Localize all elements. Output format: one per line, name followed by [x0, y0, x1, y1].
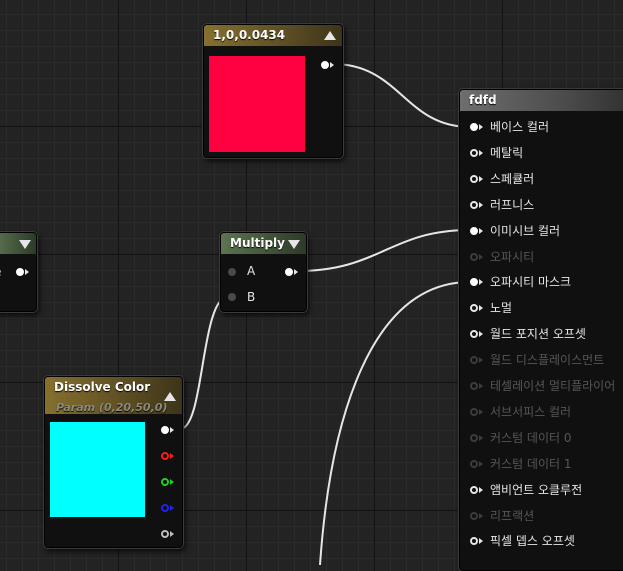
- material-input-label: 스페큘러: [490, 172, 535, 186]
- material-input-label: 오파시티 마스크: [490, 275, 572, 289]
- material-input-pin[interactable]: [470, 123, 478, 131]
- constant-color-swatch[interactable]: [209, 56, 305, 152]
- dissolve-color-node[interactable]: Dissolve Color Param (0,20,50,0): [44, 376, 183, 548]
- wire-multiply-to-emissive: [296, 229, 471, 272]
- pin-arrow-icon: [479, 487, 483, 493]
- left-node-output-pin[interactable]: [16, 268, 24, 276]
- material-input-label: 이미시브 컬러: [490, 224, 561, 238]
- multiply-output-pin[interactable]: [285, 268, 293, 276]
- pin-arrow-icon: [479, 383, 483, 389]
- material-input-pin[interactable]: [470, 460, 478, 468]
- pin-arrow-icon: [479, 409, 483, 415]
- pin-arrow-icon: [479, 331, 483, 337]
- material-result-node[interactable]: fdfd 베이스 컬러메탈릭스페큘러러프니스이미시브 컬러오파시티오파시티 마스…: [459, 89, 623, 571]
- material-input-label: 노멀: [490, 301, 513, 315]
- material-input-pin[interactable]: [470, 486, 478, 494]
- pin-arrow-icon: [479, 435, 483, 441]
- material-input-pin[interactable]: [470, 278, 478, 286]
- multiply-node-title: Multiply: [230, 236, 285, 250]
- material-input-label: 메탈릭: [490, 146, 524, 160]
- material-input-label: 커스텀 데이터 0: [490, 431, 572, 445]
- pin-arrow-icon: [479, 228, 483, 234]
- dissolve-output-r-pin[interactable]: [161, 452, 169, 460]
- pin-arrow-icon: [170, 427, 174, 433]
- wire-dissolve-to-multiply-b: [179, 295, 230, 430]
- multiply-input-b-label: B: [247, 290, 256, 304]
- material-input-label: 픽셀 뎁스 오프셋: [490, 534, 575, 548]
- material-input-pin[interactable]: [470, 434, 478, 442]
- material-input-pin[interactable]: [470, 382, 478, 390]
- left-node-output-label: e: [0, 265, 1, 279]
- dissolve-output-rgb-pin[interactable]: [161, 426, 169, 434]
- left-node-header[interactable]: [0, 233, 36, 254]
- multiply-input-b-pin[interactable]: [228, 293, 236, 301]
- constant-node-title: 1,0,0.0434: [213, 28, 286, 42]
- material-input-label: 리프랙션: [490, 509, 535, 523]
- dissolve-output-b-pin[interactable]: [161, 504, 169, 512]
- material-input-pin[interactable]: [470, 175, 478, 183]
- dissolve-output-g-pin[interactable]: [161, 478, 169, 486]
- material-input-label: 러프니스: [490, 198, 535, 212]
- pin-arrow-icon: [479, 461, 483, 467]
- dissolve-output-a-pin[interactable]: [161, 530, 169, 538]
- pin-arrow-icon: [479, 513, 483, 519]
- pin-arrow-icon: [479, 124, 483, 130]
- collapse-arrow-icon[interactable]: [19, 240, 31, 249]
- material-input-pin[interactable]: [470, 201, 478, 209]
- pin-arrow-icon: [170, 531, 174, 537]
- pin-arrow-icon: [170, 505, 174, 511]
- dissolve-color-swatch[interactable]: [50, 422, 145, 517]
- pin-arrow-icon: [479, 357, 483, 363]
- material-input-pin[interactable]: [470, 330, 478, 338]
- constant-node-header[interactable]: 1,0,0.0434: [204, 25, 342, 46]
- multiply-node-header[interactable]: Multiply: [221, 233, 306, 254]
- wire-constant-to-base-color: [332, 63, 471, 128]
- material-input-label: 월드 포지션 오프셋: [490, 327, 586, 341]
- pin-arrow-icon: [330, 62, 334, 68]
- material-input-pin[interactable]: [470, 408, 478, 416]
- multiply-input-a-pin[interactable]: [228, 268, 236, 276]
- material-input-label: 테셀레이션 멀티플라이어: [490, 379, 616, 393]
- material-node-title: fdfd: [469, 93, 497, 107]
- material-input-pin[interactable]: [470, 537, 478, 545]
- multiply-input-a-label: A: [247, 264, 256, 278]
- pin-arrow-icon: [479, 279, 483, 285]
- material-input-label: 앰비언트 오클루전: [490, 483, 583, 497]
- material-input-label: 오파시티: [490, 250, 535, 264]
- pin-arrow-icon: [479, 254, 483, 260]
- dissolve-node-header[interactable]: Dissolve Color Param (0,20,50,0): [45, 377, 182, 414]
- wire-to-opacity-mask: [319, 281, 471, 565]
- collapse-arrow-icon[interactable]: [288, 240, 300, 249]
- material-input-label: 서브서피스 컬러: [490, 405, 572, 419]
- material-input-pin[interactable]: [470, 512, 478, 520]
- material-input-label: 베이스 컬러: [490, 120, 550, 134]
- material-input-pin[interactable]: [470, 253, 478, 261]
- material-input-pin[interactable]: [470, 227, 478, 235]
- left-node-partial[interactable]: e: [0, 232, 37, 312]
- constant-node[interactable]: 1,0,0.0434: [203, 24, 343, 158]
- pin-arrow-icon: [479, 538, 483, 544]
- collapse-arrow-icon[interactable]: [324, 31, 336, 40]
- material-input-label: 월드 디스플레이스먼트: [490, 353, 605, 367]
- pin-arrow-icon: [479, 176, 483, 182]
- dissolve-node-subtitle: Param (0,20,50,0): [56, 401, 168, 414]
- constant-output-pin[interactable]: [321, 61, 329, 69]
- pin-arrow-icon: [479, 150, 483, 156]
- material-node-header[interactable]: fdfd: [460, 90, 623, 111]
- material-input-pin[interactable]: [470, 149, 478, 157]
- material-input-label: 커스텀 데이터 1: [490, 457, 572, 471]
- material-input-pin[interactable]: [470, 304, 478, 312]
- pin-arrow-icon: [170, 453, 174, 459]
- pin-arrow-icon: [25, 269, 29, 275]
- pin-arrow-icon: [479, 202, 483, 208]
- pin-arrow-icon: [170, 479, 174, 485]
- dissolve-node-title: Dissolve Color: [54, 380, 151, 394]
- material-input-pin[interactable]: [470, 356, 478, 364]
- pin-arrow-icon: [479, 305, 483, 311]
- pin-arrow-icon: [294, 269, 298, 275]
- multiply-node[interactable]: Multiply A B: [220, 232, 307, 312]
